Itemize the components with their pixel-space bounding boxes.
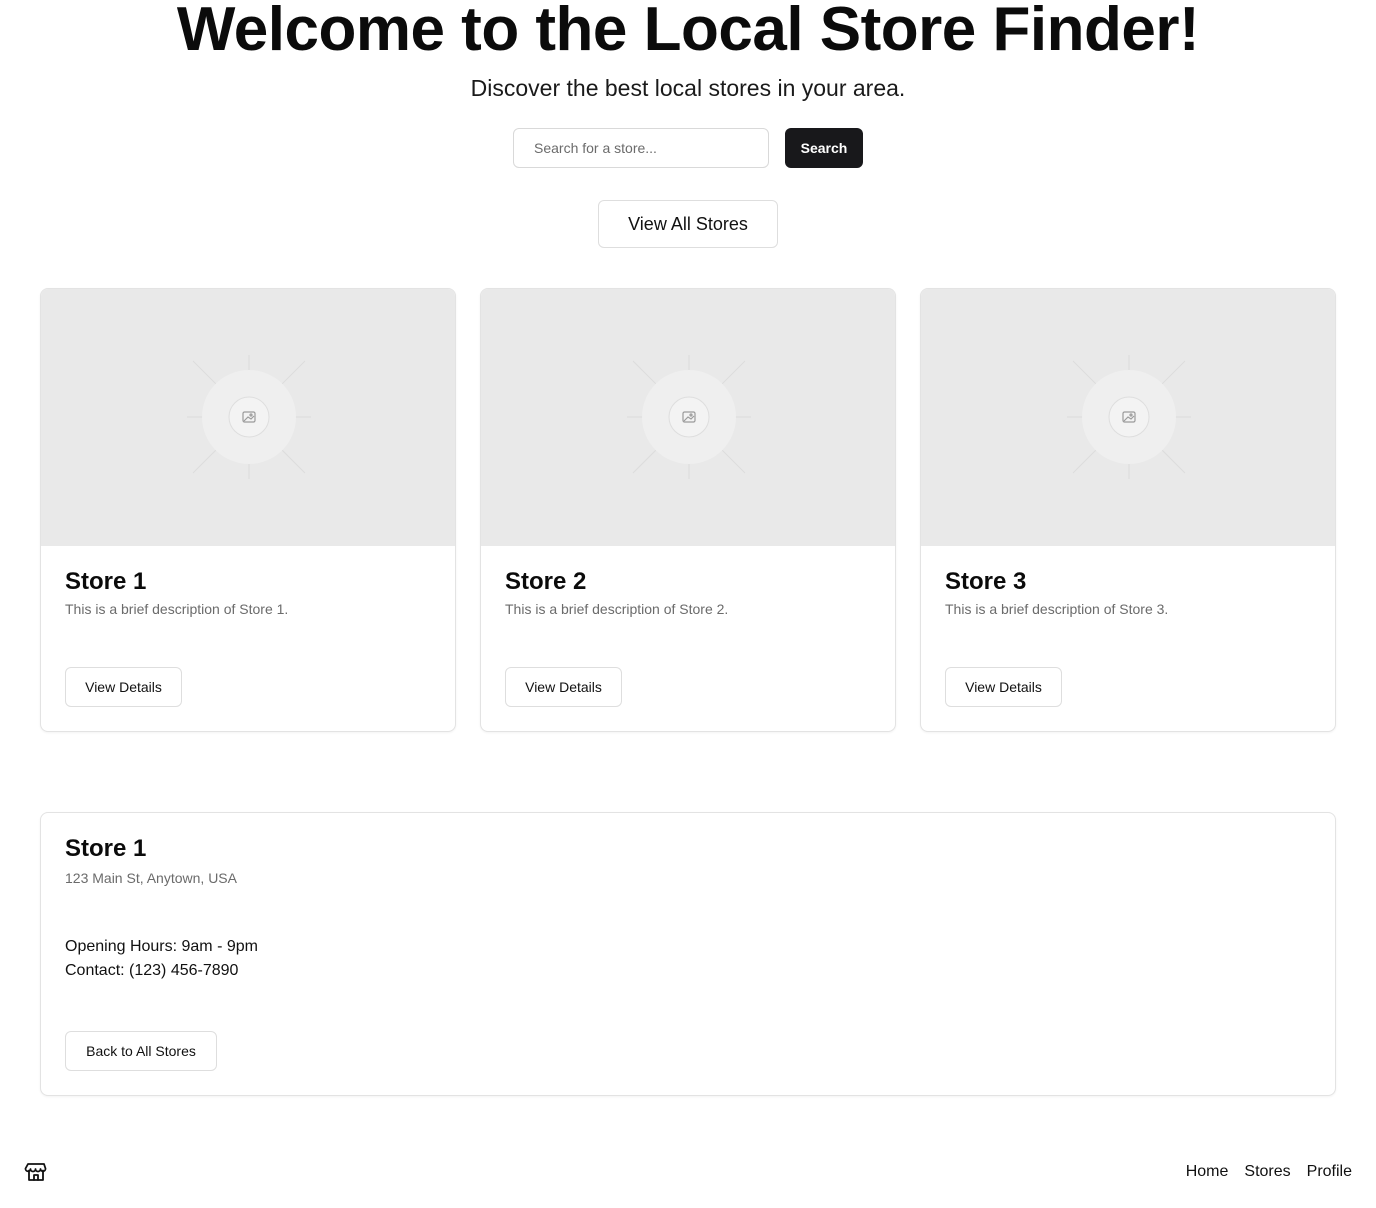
store-finder-page: Welcome to the Local Store Finder! Disco… [0,0,1376,1208]
store-detail-card: Store 1 123 Main St, Anytown, USA Openin… [40,812,1336,1096]
store-description: This is a brief description of Store 1. [65,601,289,617]
search-input[interactable] [513,128,769,168]
page-title: Welcome to the Local Store Finder! [176,0,1200,64]
store-title: Store 3 [945,568,1027,595]
store-address: 123 Main St, Anytown, USA [65,870,237,886]
contact-info: Contact: (123) 456-7890 [65,962,239,979]
store-image-placeholder [921,289,1335,546]
store-card: Store 1 This is a brief description of S… [40,288,456,732]
store-detail-title: Store 1 [65,835,147,862]
image-placeholder-icon [1067,355,1191,479]
nav-link-home[interactable]: Home [1186,1160,1229,1184]
back-to-all-stores-button[interactable]: Back to All Stores [65,1031,217,1071]
store-card: Store 3 This is a brief description of S… [920,288,1336,732]
store-icon[interactable] [24,1160,48,1184]
nav-link-profile[interactable]: Profile [1307,1160,1352,1184]
opening-hours: Opening Hours: 9am - 9pm [65,938,258,955]
store-title: Store 1 [65,568,147,595]
store-image-placeholder [481,289,895,546]
store-title: Store 2 [505,568,587,595]
store-description: This is a brief description of Store 3. [945,601,1169,617]
view-details-button[interactable]: View Details [945,667,1062,707]
page-subtitle: Discover the best local stores in your a… [470,75,906,101]
search-button[interactable]: Search [785,128,863,168]
footer-nav: Home Stores Profile [1186,1160,1352,1184]
view-all-stores-button[interactable]: View All Stores [598,200,778,248]
nav-link-stores[interactable]: Stores [1244,1160,1290,1184]
image-placeholder-icon [627,355,751,479]
image-placeholder-icon [187,355,311,479]
store-description: This is a brief description of Store 2. [505,601,729,617]
view-details-button[interactable]: View Details [505,667,622,707]
store-card: Store 2 This is a brief description of S… [480,288,896,732]
view-details-button[interactable]: View Details [65,667,182,707]
store-image-placeholder [41,289,455,546]
